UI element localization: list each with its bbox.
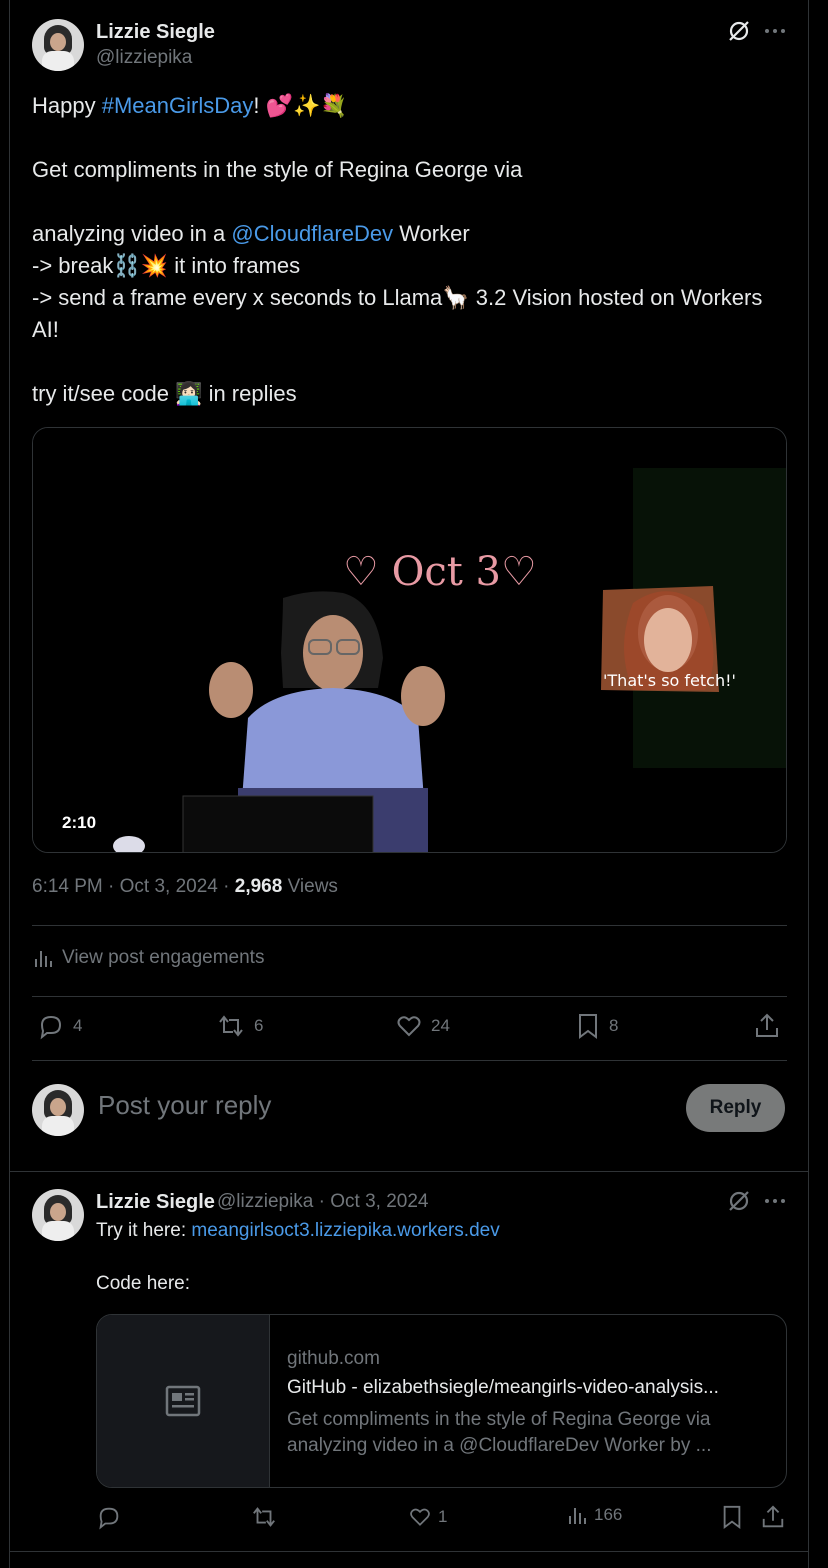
reply-like-action[interactable]: 1 — [408, 1504, 447, 1530]
mention-link[interactable]: @CloudflareDev — [231, 221, 393, 246]
card-domain: github.com — [287, 1348, 380, 1369]
reply-like-count: 1 — [438, 1507, 448, 1526]
repost-icon — [219, 1015, 243, 1037]
reply-share-action[interactable] — [760, 1504, 786, 1530]
bookmark-action[interactable]: 8 — [575, 1012, 618, 1040]
grok-icon[interactable] — [726, 18, 752, 49]
divider — [32, 1060, 787, 1061]
divider — [9, 1551, 809, 1552]
divider — [32, 925, 787, 926]
share-action[interactable] — [753, 1012, 781, 1040]
like-count: 24 — [431, 1016, 450, 1035]
hashtag-link[interactable]: #MeanGirlsDay — [102, 93, 254, 118]
reply-meta[interactable]: @lizziepika · Oct 3, 2024 — [217, 1191, 429, 1213]
heart-icon — [410, 1508, 430, 1526]
tweet-meta: 6:14 PM · Oct 3, 2024 · 2,968 Views — [32, 876, 338, 897]
card-description: Get compliments in the style of Regina G… — [287, 1409, 712, 1456]
video-duration: 2:10 — [58, 812, 101, 834]
more-options-icon[interactable] — [763, 18, 787, 49]
tweet-timestamp[interactable]: 6:14 PM · Oct 3, 2024 · — [32, 876, 235, 897]
share-icon — [756, 1013, 778, 1037]
reply-button[interactable]: Reply — [686, 1084, 785, 1132]
author-avatar[interactable] — [32, 19, 84, 71]
repost-count: 6 — [254, 1016, 264, 1035]
repost-icon — [253, 1507, 275, 1527]
views-count: 2,968 — [234, 876, 283, 897]
share-icon — [762, 1505, 784, 1528]
reply-icon — [99, 1507, 119, 1530]
analytics-icon — [569, 1508, 586, 1524]
reply-view-count: 166 — [594, 1505, 623, 1524]
demo-link[interactable]: meangirlsoct3.lizziepika.workers.dev — [191, 1220, 499, 1241]
card-thumbnail — [97, 1315, 270, 1487]
svg-text:'That's so fetch!': 'That's so fetch!' — [603, 671, 736, 690]
heart-icon — [397, 1016, 421, 1037]
tweet-text: Happy #MeanGirlsDay! 💕✨💐 Get compliments… — [32, 93, 768, 406]
composer-avatar — [32, 1084, 84, 1136]
reply-icon — [40, 1015, 62, 1040]
reply-reply-action[interactable] — [96, 1504, 122, 1530]
reply-author-name[interactable]: Lizzie Siegle — [96, 1191, 215, 1214]
reply-repost-action[interactable] — [250, 1504, 278, 1530]
more-options-icon[interactable] — [763, 1188, 787, 1219]
bookmark-icon — [579, 1014, 597, 1039]
author-name[interactable]: Lizzie Siegle — [96, 21, 215, 44]
like-action[interactable]: 24 — [395, 1012, 450, 1040]
reply-bookmark-action[interactable] — [720, 1504, 744, 1530]
reply-text-line1: Try it here: meangirlsoct3.lizziepika.wo… — [96, 1220, 500, 1241]
view-engagements-link[interactable]: View post engagements — [32, 947, 264, 969]
grok-icon[interactable] — [726, 1188, 752, 1219]
analytics-icon — [35, 951, 52, 967]
reply-input[interactable]: Post your reply — [98, 1090, 271, 1121]
repost-action[interactable]: 6 — [216, 1012, 263, 1040]
article-icon — [165, 1385, 201, 1417]
video-player[interactable]: ♡ Oct 3♡ 'That's so fetch!' — [32, 427, 787, 853]
divider — [32, 996, 787, 997]
video-frame: ♡ Oct 3♡ 'That's so fetch!' — [33, 428, 786, 852]
reply-count: 4 — [73, 1016, 83, 1035]
bookmark-icon — [723, 1505, 741, 1529]
card-title: GitHub - elizabethsiegle/meangirls-video… — [287, 1377, 719, 1398]
reply-action[interactable]: 4 — [37, 1012, 82, 1040]
link-card[interactable]: github.com GitHub - elizabethsiegle/mean… — [96, 1314, 787, 1488]
reply-text-line2: Code here: — [96, 1273, 191, 1294]
bookmark-count: 8 — [609, 1016, 619, 1035]
author-handle[interactable]: @lizziepika — [96, 47, 192, 69]
reply-views-action[interactable]: 166 — [566, 1504, 622, 1526]
divider — [9, 1171, 809, 1172]
video-drawn-text: ♡ Oct 3♡ — [343, 549, 537, 595]
reply-author-avatar[interactable] — [32, 1189, 84, 1241]
